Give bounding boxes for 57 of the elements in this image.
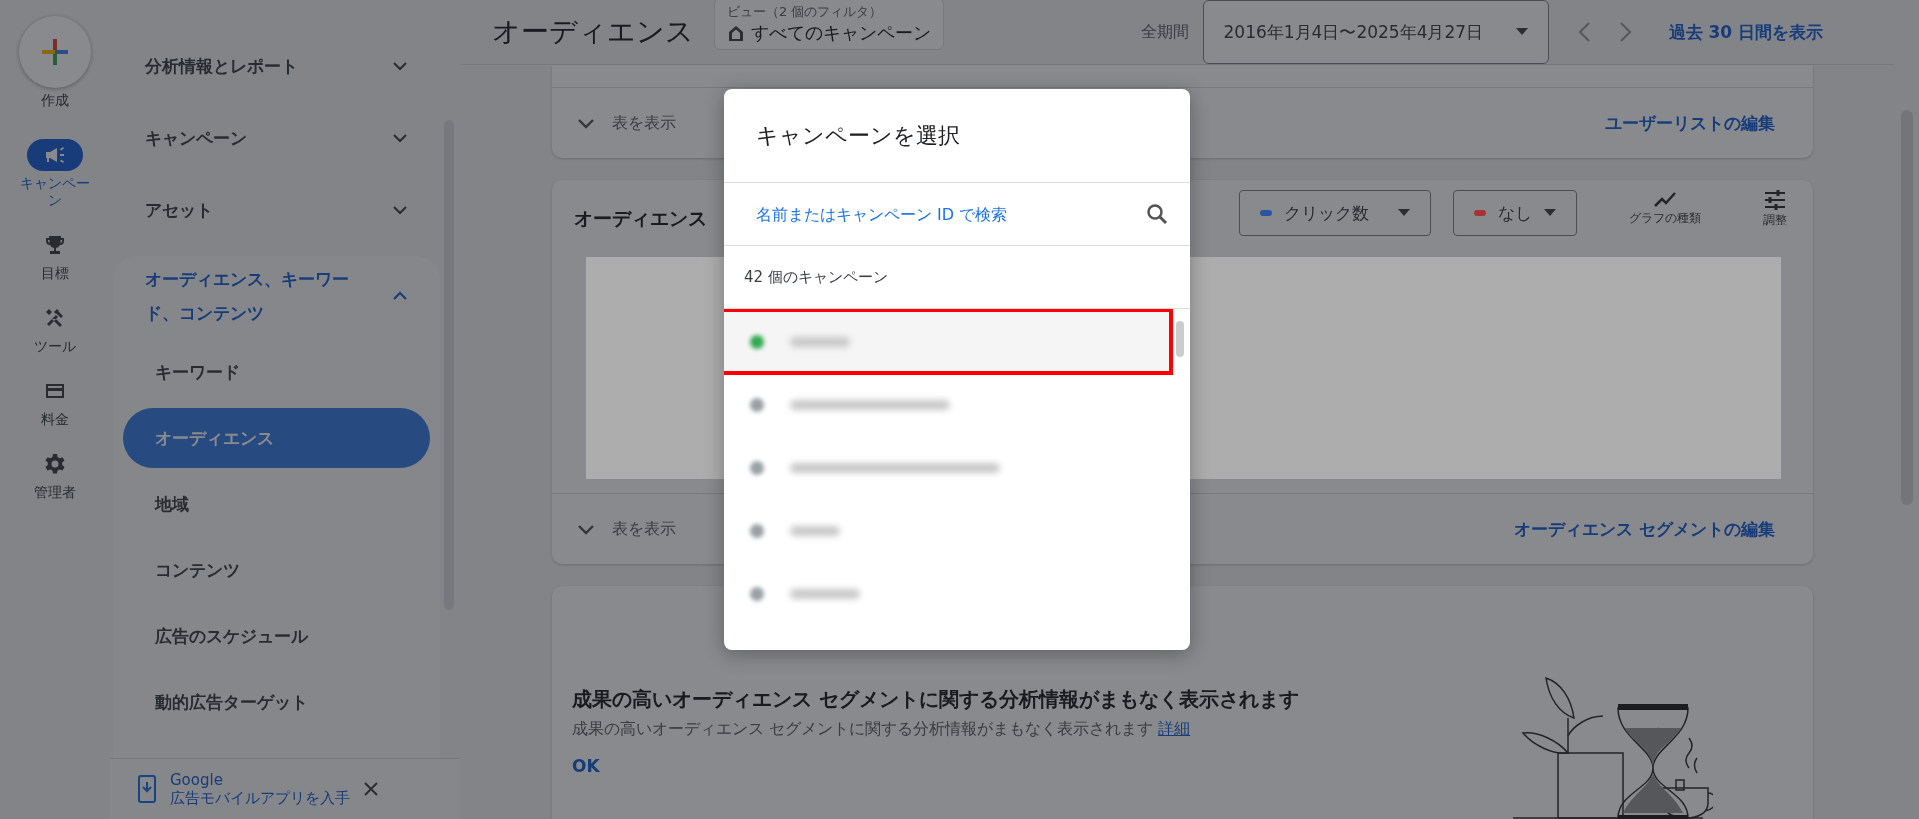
insights-headline: 成果の高いオーディエンス セグメントに関する分析情報がまもなく表示されます <box>572 686 1299 713</box>
ok-button[interactable]: OK <box>572 756 1299 776</box>
rail-item[interactable]: 料金 <box>15 375 95 428</box>
edit-segments-link[interactable]: オーディエンス セグメントの編集 <box>1514 517 1775 541</box>
caret-icon <box>1515 28 1528 36</box>
settings-icon <box>43 452 67 476</box>
promo-title: Google <box>170 770 224 789</box>
caret-icon <box>1544 209 1556 217</box>
recent-period-link[interactable]: 過去 30 日間を表示 <box>1668 20 1823 44</box>
edit-user-list-link[interactable]: ユーザーリストの編集 <box>1605 111 1775 135</box>
line-chart-icon <box>1653 190 1677 208</box>
nav-section[interactable]: アセット <box>113 174 440 246</box>
create-button[interactable] <box>19 16 91 88</box>
nav-item[interactable]: 動的広告ターゲット <box>123 672 430 732</box>
rail-item[interactable]: 管理者 <box>15 448 95 501</box>
previous-icon[interactable] <box>1576 21 1591 43</box>
blurred-name <box>790 525 840 536</box>
close-icon[interactable] <box>364 782 378 796</box>
search-icon <box>1146 203 1168 225</box>
caret-icon <box>1398 209 1410 217</box>
metric-dropdown[interactable]: クリック数 <box>1239 190 1431 236</box>
date-range-picker[interactable]: 2016年1月4日〜2025年4月27日 <box>1202 0 1549 64</box>
plus-icon <box>40 37 70 67</box>
campaign-row[interactable] <box>724 311 1170 372</box>
show-table-toggle[interactable]: 表を表示 <box>576 112 676 134</box>
nav-item[interactable]: 地域 <box>123 474 430 534</box>
phone-icon <box>138 775 156 803</box>
blurred-name <box>790 588 860 599</box>
blurred-name <box>790 336 850 347</box>
nav-item[interactable]: コンテンツ <box>123 540 430 600</box>
metric-dropdown[interactable]: なし <box>1453 190 1577 236</box>
page-title: オーディエンス <box>492 14 694 50</box>
nav-section[interactable]: キャンペーン <box>113 102 440 174</box>
insights-text: 成果の高いオーディエンス セグメントに関する分析情報がまもなく表示されます <box>572 719 1154 738</box>
rail-item[interactable]: 目標 <box>15 229 95 282</box>
next-icon[interactable] <box>1618 21 1633 43</box>
show-table-toggle[interactable]: 表を表示 <box>576 518 676 540</box>
period-label: 全期間 <box>1140 21 1189 43</box>
home-icon <box>727 24 745 42</box>
chart-tool-button[interactable]: 調整 <box>1753 190 1797 229</box>
nav-item[interactable]: 広告のスケジュール <box>123 606 430 666</box>
chart-tool-button[interactable]: グラフの種類 <box>1619 190 1711 227</box>
scrollbar-thumb[interactable] <box>1176 321 1184 357</box>
rail-item[interactable]: キャンペーン <box>15 139 95 209</box>
nav-section[interactable]: 分析情報とレポート <box>113 30 440 102</box>
nav-item[interactable]: キーワード <box>123 342 430 402</box>
dialog-title: キャンペーンを選択 <box>724 89 1190 183</box>
card-title: オーディエンス <box>574 206 707 231</box>
view-selector[interactable]: ビュー（2 個のフィルタ） すべてのキャンペーン <box>714 0 944 50</box>
details-link[interactable]: 詳細 <box>1158 719 1191 738</box>
trophy-icon <box>43 233 67 257</box>
sliders-icon <box>1764 190 1786 210</box>
promo-link[interactable]: 広告モバイルアプリを入手 <box>170 788 350 808</box>
nav-item[interactable]: オーディエンス <box>123 408 430 468</box>
nav-section[interactable]: オーディエンス、キーワード、コンテンツ <box>113 256 440 336</box>
create-label: 作成 <box>41 92 69 109</box>
rail-item[interactable]: ツール <box>15 302 95 355</box>
